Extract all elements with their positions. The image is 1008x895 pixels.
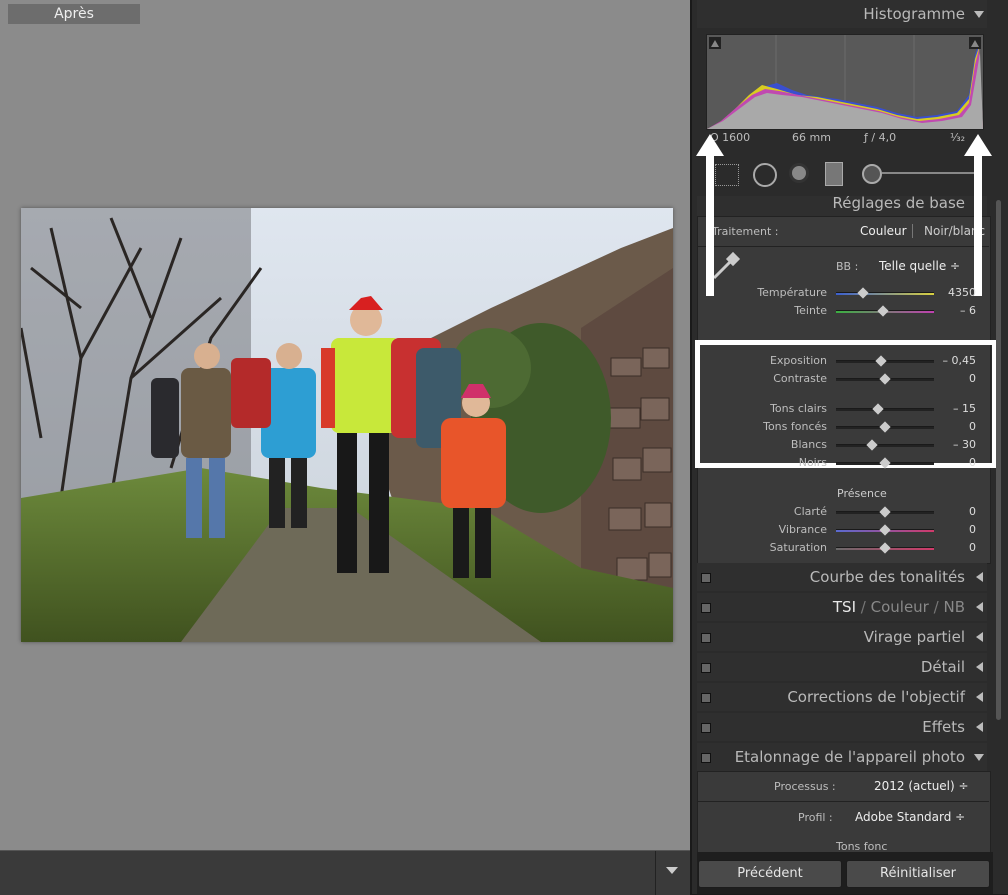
arrow-annotations [696, 134, 992, 296]
shadows-value[interactable]: 0 [969, 420, 976, 433]
filmstrip-toolbar [0, 850, 690, 895]
panel-switch-icon[interactable] [701, 753, 711, 763]
contrast-value[interactable]: 0 [969, 372, 976, 385]
expand-triangle-icon[interactable] [976, 572, 983, 582]
panel-switch-icon[interactable] [701, 573, 711, 583]
expand-triangle-icon[interactable] [976, 602, 983, 612]
image-viewer: Après [0, 0, 690, 850]
tint-label: Teinte [794, 304, 827, 317]
profile-label: Profil : [798, 811, 833, 824]
previous-button[interactable]: Précédent [698, 860, 842, 888]
view-label: Après [8, 4, 140, 24]
panel-switch-icon[interactable] [701, 693, 711, 703]
exposure-label: Exposition [769, 354, 827, 367]
hsl-tsi-tab[interactable]: TSI [833, 598, 856, 616]
saturation-label: Saturation [769, 541, 827, 554]
hsl-nb-tab[interactable]: NB [943, 598, 965, 616]
process-dropdown[interactable]: 2012 (actuel) ÷ [874, 779, 969, 793]
temperature-value[interactable]: 4350 [948, 286, 976, 299]
expand-triangle-icon[interactable] [976, 722, 983, 732]
hikers-photo [21, 208, 673, 642]
hsl-header[interactable]: TSI / Couleur / NB [697, 593, 987, 621]
expand-triangle-icon[interactable] [976, 662, 983, 672]
histogram-graph[interactable] [706, 34, 984, 130]
up-arrow-right-icon [964, 134, 992, 296]
histogram-header[interactable]: Histogramme [697, 0, 987, 28]
highlights-slider[interactable] [836, 408, 934, 411]
temperature-slider[interactable] [836, 292, 934, 295]
whites-value[interactable]: – 30 [953, 438, 976, 451]
panel-switch-icon[interactable] [701, 633, 711, 643]
panel-switch-icon[interactable] [701, 723, 711, 733]
vibrance-label: Vibrance [778, 523, 827, 536]
blacks-label: Noirs [798, 456, 827, 469]
split-toning-title: Virage partiel [863, 628, 965, 646]
clarity-value[interactable]: 0 [969, 505, 976, 518]
whites-label: Blancs [790, 438, 827, 451]
toolbar-divider [655, 851, 656, 895]
histogram-title: Histogramme [863, 5, 965, 23]
expand-triangle-icon[interactable] [976, 632, 983, 642]
effects-header[interactable]: Effets [697, 713, 987, 741]
collapse-triangle-icon[interactable] [974, 11, 984, 18]
contrast-label: Contraste [773, 372, 827, 385]
blacks-value[interactable]: 0 [969, 456, 976, 469]
toolbar-menu-arrow-icon[interactable] [666, 867, 678, 874]
split-toning-header[interactable]: Virage partiel [697, 623, 987, 651]
photo-preview[interactable] [21, 208, 673, 642]
clarity-label: Clarté [793, 505, 827, 518]
collapse-triangle-icon[interactable] [974, 754, 984, 761]
vibrance-value[interactable]: 0 [969, 523, 976, 536]
up-arrow-left-icon [696, 134, 724, 296]
section-divider [697, 801, 989, 802]
presence-label: Présence [837, 487, 887, 500]
detail-header[interactable]: Détail [697, 653, 987, 681]
tone-curve-title: Courbe des tonalités [809, 568, 965, 586]
expand-triangle-icon[interactable] [976, 692, 983, 702]
temperature-label: Température [757, 286, 827, 299]
develop-panel: Histogramme O 1600 66 mm ƒ / 4,0 ¹⁄₃₂ Ré… [692, 0, 1008, 894]
exposure-value[interactable]: – 0,45 [943, 354, 977, 367]
tone-curve-header[interactable]: Courbe des tonalités [697, 563, 987, 591]
shadows-label: Tons foncés [763, 420, 827, 433]
highlights-value[interactable]: – 15 [953, 402, 976, 415]
tint-value[interactable]: – 6 [960, 304, 976, 317]
lens-corrections-header[interactable]: Corrections de l'objectif [697, 683, 987, 711]
profile-dropdown[interactable]: Adobe Standard ÷ [855, 810, 965, 824]
calibration-title: Etalonnage de l'appareil photo [734, 748, 965, 766]
reset-button[interactable]: Réinitialiser [846, 860, 990, 888]
process-label: Processus : [774, 780, 836, 793]
panel-switch-icon[interactable] [701, 603, 711, 613]
hsl-color-tab[interactable]: Couleur [871, 598, 929, 616]
calibration-header[interactable]: Etalonnage de l'appareil photo [697, 743, 987, 771]
panel-switch-icon[interactable] [701, 663, 711, 673]
highlights-label: Tons clairs [770, 402, 827, 415]
saturation-value[interactable]: 0 [969, 541, 976, 554]
effects-title: Effets [922, 718, 965, 736]
histogram-chart [707, 35, 983, 129]
detail-title: Détail [920, 658, 965, 676]
hsl-title: TSI / Couleur / NB [832, 598, 965, 616]
lens-corrections-title: Corrections de l'objectif [787, 688, 965, 706]
whites-slider[interactable] [836, 444, 934, 447]
